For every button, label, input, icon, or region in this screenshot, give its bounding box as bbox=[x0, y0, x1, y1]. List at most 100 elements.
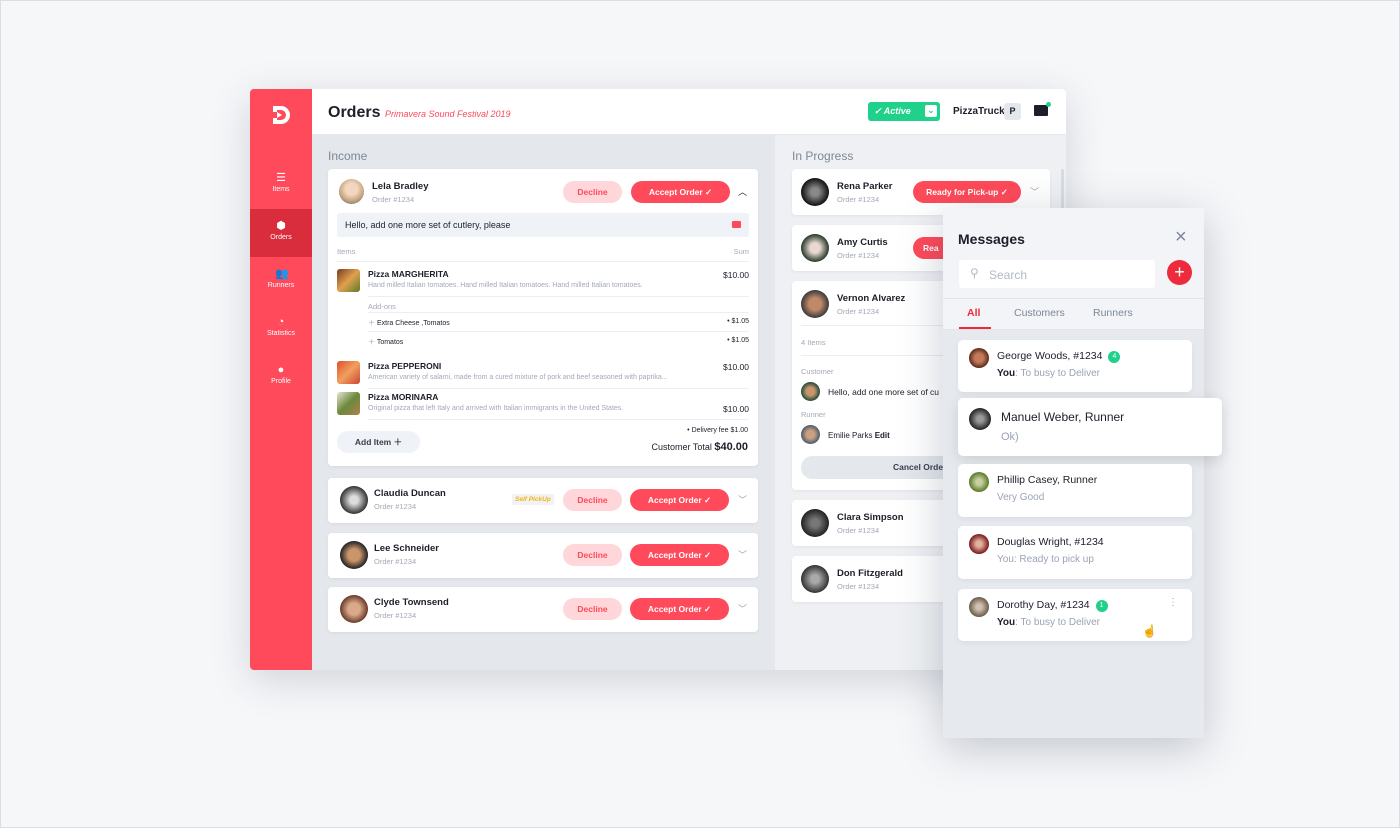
chevron-down-icon: ⌄ bbox=[925, 105, 937, 117]
mail-icon bbox=[732, 221, 741, 228]
customer-message: Hello, add one more set of cu bbox=[828, 387, 940, 397]
decline-button[interactable]: Decline bbox=[563, 598, 622, 620]
income-title: Income bbox=[328, 149, 368, 163]
tab-all[interactable]: All bbox=[967, 307, 980, 319]
avatar bbox=[801, 178, 829, 206]
items-count: 4 Items bbox=[801, 338, 826, 347]
addon-name: Extra Cheese ,Tomatos bbox=[376, 320, 450, 327]
addon-price: • $1.05 bbox=[727, 337, 749, 344]
order-number: Order #1234 bbox=[372, 195, 415, 204]
ready-label: Rea bbox=[923, 243, 939, 253]
decline-button[interactable]: Decline bbox=[563, 543, 622, 566]
accept-order-button[interactable]: Accept Order ✓ bbox=[631, 181, 730, 203]
mail-icon[interactable] bbox=[1034, 102, 1051, 116]
accept-label: Accept Order bbox=[647, 549, 702, 560]
header: Orders Primavera Sound Festival 2019 ✓ A… bbox=[312, 89, 1066, 135]
message-preview: : To busy to Deliver bbox=[1015, 617, 1101, 628]
pizza-thumbnail bbox=[337, 361, 360, 384]
order-card[interactable]: Clyde Townsend Order #1234 Decline Accep… bbox=[328, 587, 758, 632]
message-text: Hello, add one more set of cutlery, plea… bbox=[345, 220, 511, 230]
edit-runner-link[interactable]: Edit bbox=[875, 431, 890, 440]
search-input[interactable]: ⚲ Search bbox=[959, 260, 1155, 288]
close-icon[interactable]: × bbox=[1175, 226, 1187, 249]
pizza-thumbnail bbox=[337, 392, 360, 415]
more-options-icon[interactable]: ⋮ bbox=[1168, 597, 1178, 608]
new-message-button[interactable]: + bbox=[1167, 260, 1192, 285]
avatar bbox=[340, 595, 368, 623]
order-card[interactable]: Claudia Duncan Order #1234 Self PickUp D… bbox=[328, 478, 758, 523]
sidebar-item-orders[interactable]: ⬢ Orders bbox=[250, 209, 312, 257]
order-number: Order #1234 bbox=[837, 582, 880, 591]
order-number: Order #1234 bbox=[837, 307, 880, 316]
search-icon: ⚲ bbox=[970, 266, 979, 280]
status-dropdown[interactable]: ✓ Active ⌄ bbox=[868, 102, 940, 121]
accept-label: Accept Order bbox=[647, 495, 702, 505]
order-number: Order #1234 bbox=[374, 556, 417, 566]
sidebar-item-statistics[interactable]: ◔ Statistics bbox=[250, 305, 312, 353]
in-progress-title: In Progress bbox=[792, 149, 854, 163]
tab-runners[interactable]: Runners bbox=[1093, 307, 1133, 319]
order-number: Order #1234 bbox=[837, 526, 880, 535]
item-description: American variety of salami, made from a … bbox=[368, 374, 668, 381]
order-number: Order #1234 bbox=[374, 611, 417, 620]
avatar bbox=[969, 348, 989, 368]
customer-name: Amy Curtis bbox=[837, 237, 888, 248]
order-number: Order #1234 bbox=[837, 195, 880, 204]
unread-count-badge: 1 bbox=[1095, 600, 1108, 612]
sum-header: Sum bbox=[733, 247, 749, 256]
sender-prefix: You bbox=[997, 617, 1016, 628]
order-card[interactable]: Lee Schneider Order #1234 Decline Accept… bbox=[328, 532, 758, 578]
accept-order-button[interactable]: Accept Order ✓ bbox=[630, 489, 729, 511]
chevron-down-icon[interactable]: ﹀ bbox=[738, 548, 747, 561]
decline-button[interactable]: Decline bbox=[563, 181, 622, 203]
thread-name: Manuel Weber, Runner bbox=[1001, 410, 1125, 424]
sidebar-item-profile[interactable]: ● Profile bbox=[250, 353, 312, 401]
order-number: Order #1234 bbox=[374, 502, 417, 511]
customer-name: Lela Bradley bbox=[372, 181, 429, 192]
chevron-down-icon[interactable]: ﹀ bbox=[738, 602, 747, 615]
runner-label: Runner bbox=[801, 410, 826, 419]
addons-label: Add-ons bbox=[368, 302, 396, 311]
addon-price: • $1.05 bbox=[727, 318, 749, 325]
item-name: Pizza MORINARA bbox=[368, 392, 439, 402]
add-item-button[interactable]: Add Item ＋ bbox=[337, 431, 420, 453]
message-thread[interactable]: George Woods, #1234 4 You: To busy to Del… bbox=[958, 340, 1192, 392]
accept-order-button[interactable]: Accept Order ✓ bbox=[630, 598, 729, 620]
accept-label: Accept Order bbox=[648, 187, 703, 197]
avatar[interactable]: P bbox=[1004, 103, 1021, 120]
customer-label: Customer bbox=[801, 367, 834, 376]
sidebar-item-items[interactable]: ☰ Items bbox=[250, 161, 312, 209]
avatar bbox=[801, 290, 829, 318]
avatar bbox=[801, 234, 829, 262]
sidebar-item-runners[interactable]: 👥 Runners bbox=[250, 257, 312, 305]
decline-button[interactable]: Decline bbox=[563, 489, 622, 511]
avatar bbox=[969, 472, 989, 492]
items-header: Items bbox=[337, 247, 356, 256]
item-price: $10.00 bbox=[723, 270, 749, 280]
avatar bbox=[340, 540, 368, 569]
item-description: Hand milled Italian tomatoes. Hand mille… bbox=[368, 282, 643, 289]
message-thread[interactable]: Manuel Weber, Runner Ok) bbox=[958, 398, 1222, 456]
tab-customers[interactable]: Customers bbox=[1014, 307, 1065, 319]
thread-name: Dorothy Day, #1234 bbox=[997, 599, 1090, 611]
self-pickup-badge: Self PickUp bbox=[512, 494, 554, 505]
message-thread[interactable]: Phillip Casey, Runner Very Good bbox=[958, 464, 1192, 517]
expanded-order-card: Lela Bradley Order #1234 Decline Accept … bbox=[328, 169, 758, 466]
chevron-down-icon[interactable]: ﹀ bbox=[1030, 185, 1039, 198]
users-icon: 👥 bbox=[275, 268, 289, 280]
thread-name: George Woods, #1234 bbox=[997, 350, 1103, 362]
avatar bbox=[801, 425, 820, 444]
accept-order-button[interactable]: Accept Order ✓ bbox=[630, 543, 729, 566]
message-thread[interactable]: Douglas Wright, #1234 You: Ready to pick… bbox=[958, 526, 1192, 579]
addon-name: Tomatos bbox=[376, 339, 404, 346]
ready-label: Ready for Pick-up bbox=[926, 187, 999, 197]
sidebar-item-label: Profile bbox=[271, 378, 291, 385]
chevron-down-icon[interactable]: ﹀ bbox=[738, 493, 747, 506]
customer-name: Clyde Townsend bbox=[374, 597, 449, 608]
cursor-hand-icon: ☝ bbox=[1142, 624, 1157, 638]
message-preview: You: Ready to pick up bbox=[997, 554, 1094, 565]
box-icon: ⬢ bbox=[276, 220, 286, 232]
chevron-up-icon[interactable]: ︿ bbox=[738, 185, 747, 198]
ready-for-pickup-button[interactable]: Ready for Pick-up ✓ bbox=[913, 181, 1021, 203]
pizza-thumbnail bbox=[337, 269, 360, 292]
